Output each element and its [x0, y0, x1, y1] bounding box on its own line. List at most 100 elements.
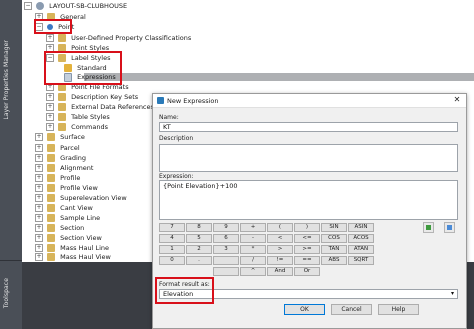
collapse-toggle-icon[interactable]: − — [24, 2, 32, 10]
calc-button-8[interactable]: 8 — [186, 223, 212, 232]
expand-toggle-icon[interactable]: + — [46, 113, 54, 121]
tree-item-label: Cant View — [60, 204, 93, 212]
calc-button-asin[interactable]: ASIN — [348, 223, 374, 232]
calc-button-greater-than[interactable]: > — [267, 245, 293, 254]
tree-item-label: Description Key Sets — [71, 93, 139, 101]
tree-item-profile-view[interactable]: + Profile View — [35, 183, 98, 193]
tree-item-sample-line[interactable]: + Sample Line — [35, 213, 100, 223]
calc-button-7[interactable]: 7 — [159, 223, 185, 232]
expand-toggle-icon[interactable]: + — [35, 234, 43, 242]
expand-toggle-icon[interactable]: + — [35, 214, 43, 222]
expand-toggle-icon[interactable]: + — [35, 184, 43, 192]
dialog-title: New Expression — [167, 97, 219, 105]
calc-button-greater-equal[interactable]: >= — [294, 245, 320, 254]
calc-button-open-paren[interactable]: ( — [267, 223, 293, 232]
calc-button-3[interactable]: 3 — [213, 245, 239, 254]
tree-item-superelevation-view[interactable]: + Superelevation View — [35, 193, 127, 203]
expand-toggle-icon[interactable]: + — [46, 93, 54, 101]
name-field[interactable] — [159, 122, 458, 132]
tree-item-surface[interactable]: + Surface — [35, 132, 85, 142]
calc-button-minus[interactable]: - — [240, 234, 266, 243]
calc-button-blank-2[interactable] — [213, 267, 239, 276]
expand-toggle-icon[interactable]: + — [35, 164, 43, 172]
folder-icon — [47, 214, 56, 222]
calc-button-abs[interactable]: ABS — [321, 256, 347, 265]
tree-item-cant-view[interactable]: + Cant View — [35, 203, 93, 213]
layer-properties-manager-label[interactable]: Layer Properties Manager — [3, 40, 19, 120]
calc-button-0[interactable]: 0 — [159, 256, 185, 265]
calc-button-tan[interactable]: TAN — [321, 245, 347, 254]
tree-item-external-data-references[interactable]: + External Data References — [46, 102, 154, 112]
tree-item-grading[interactable]: + Grading — [35, 153, 86, 163]
cancel-button[interactable]: Cancel — [331, 304, 372, 315]
expand-toggle-icon[interactable]: + — [35, 253, 43, 261]
calc-button-plus[interactable]: + — [240, 223, 266, 232]
expand-toggle-icon[interactable]: + — [35, 174, 43, 182]
expand-toggle-icon[interactable]: + — [35, 154, 43, 162]
tree-item-label: Section View — [60, 234, 102, 242]
folder-icon — [58, 93, 67, 101]
dialog-title-bar[interactable]: New Expression ✕ — [153, 94, 466, 108]
calc-button-atan[interactable]: ATAN — [348, 245, 374, 254]
expand-toggle-icon[interactable]: + — [46, 34, 54, 42]
calc-button-divide[interactable]: / — [240, 256, 266, 265]
folder-icon — [47, 174, 56, 182]
calc-button-sqrt[interactable]: SQRT — [348, 256, 374, 265]
tree-root[interactable]: − LAYOUT-SB-CLUBHOUSE — [24, 1, 127, 11]
expand-toggle-icon[interactable]: + — [35, 144, 43, 152]
calc-button-not-equal[interactable]: != — [267, 256, 293, 265]
insert-function-button[interactable] — [444, 222, 455, 233]
calc-button-2[interactable]: 2 — [186, 245, 212, 254]
calc-button-1[interactable]: 1 — [159, 245, 185, 254]
ok-button[interactable]: OK — [284, 304, 325, 315]
expand-toggle-icon[interactable]: + — [46, 103, 54, 111]
expand-toggle-icon[interactable]: + — [35, 244, 43, 252]
expand-toggle-icon[interactable]: + — [35, 224, 43, 232]
expand-toggle-icon[interactable]: + — [35, 194, 43, 202]
tree-item-commands[interactable]: + Commands — [46, 122, 108, 132]
tree-item-description-key-sets[interactable]: + Description Key Sets — [46, 92, 138, 102]
close-icon[interactable]: ✕ — [452, 95, 462, 105]
tree-item-section[interactable]: + Section — [35, 223, 84, 233]
calc-button-multiply[interactable]: * — [240, 245, 266, 254]
expand-toggle-icon[interactable]: + — [35, 133, 43, 141]
calc-button-and[interactable]: And — [267, 267, 293, 276]
calc-button-acos[interactable]: ACOS — [348, 234, 374, 243]
folder-icon — [47, 194, 56, 202]
calc-button-6[interactable]: 6 — [213, 234, 239, 243]
tree-item-section-view[interactable]: + Section View — [35, 233, 102, 243]
insert-property-button[interactable] — [423, 222, 434, 233]
tree-item-table-styles[interactable]: + Table Styles — [46, 112, 110, 122]
calc-button-9[interactable]: 9 — [213, 223, 239, 232]
tree-item-parcel[interactable]: + Parcel — [35, 143, 80, 153]
calc-button-or[interactable]: Or — [294, 267, 320, 276]
name-label: Name: — [159, 114, 179, 121]
calc-button-sin[interactable]: SIN — [321, 223, 347, 232]
expression-label: Expression: — [159, 173, 194, 180]
expand-toggle-icon[interactable]: + — [35, 204, 43, 212]
new-expression-dialog: New Expression ✕ Name: Description Expre… — [152, 93, 467, 329]
toolspace-label[interactable]: Toolspace — [3, 278, 19, 308]
calc-button-close-paren[interactable]: ) — [294, 223, 320, 232]
calc-button-blank[interactable] — [213, 256, 239, 265]
folder-icon — [58, 123, 67, 131]
calc-button-power[interactable]: ^ — [240, 267, 266, 276]
tree-item-profile[interactable]: + Profile — [35, 173, 80, 183]
calc-button-decimal[interactable]: . — [186, 256, 212, 265]
expression-field[interactable]: {Point Elevation}+100 — [159, 180, 458, 220]
calc-button-equal[interactable]: == — [294, 256, 320, 265]
tree-item-user-defined-property-classifications[interactable]: + User-Defined Property Classifications — [46, 33, 191, 43]
tree-item-label: User-Defined Property Classifications — [71, 34, 192, 42]
calc-button-less-than[interactable]: < — [267, 234, 293, 243]
calc-button-less-equal[interactable]: <= — [294, 234, 320, 243]
tree-item-alignment[interactable]: + Alignment — [35, 163, 93, 173]
tree-item-mass-haul-view[interactable]: + Mass Haul View — [35, 252, 111, 262]
folder-icon — [47, 164, 56, 172]
calc-button-cos[interactable]: COS — [321, 234, 347, 243]
help-button[interactable]: Help — [378, 304, 419, 315]
expand-toggle-icon[interactable]: + — [46, 123, 54, 131]
description-field[interactable] — [159, 144, 458, 172]
selected-row-highlight — [84, 73, 474, 81]
calc-button-4[interactable]: 4 — [159, 234, 185, 243]
calc-button-5[interactable]: 5 — [186, 234, 212, 243]
